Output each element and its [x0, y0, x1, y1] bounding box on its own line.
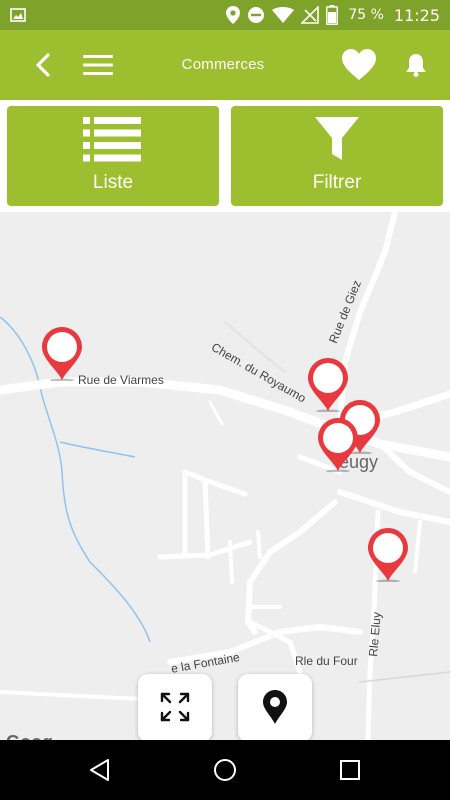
status-clock: 11:25: [393, 5, 440, 25]
fullscreen-button[interactable]: [138, 674, 212, 740]
status-bar: 75 % 11:25: [0, 0, 450, 30]
bell-icon[interactable]: [404, 52, 428, 78]
nav-recents-icon[interactable]: [338, 758, 362, 782]
map-marker[interactable]: [368, 528, 408, 582]
image-icon: [10, 8, 26, 22]
page-title: Commerces: [181, 56, 265, 73]
list-button[interactable]: Liste: [7, 106, 219, 206]
street-label: Rle du Four: [295, 654, 358, 668]
nav-back-icon[interactable]: [88, 758, 112, 782]
hamburger-menu-icon[interactable]: [83, 54, 113, 76]
battery-percent: 75 %: [348, 7, 384, 23]
filter-icon: [315, 117, 359, 160]
google-logo: Goog: [6, 732, 53, 740]
system-navigation-bar: [0, 740, 450, 800]
list-icon: [83, 117, 141, 162]
heart-icon[interactable]: [342, 49, 376, 81]
expand-icon: [160, 692, 190, 722]
list-button-label: Liste: [92, 172, 134, 193]
location-icon: [226, 6, 241, 24]
filter-button[interactable]: Filtrer: [231, 106, 443, 206]
map-marker[interactable]: [42, 327, 82, 381]
nav-home-icon[interactable]: [213, 758, 237, 782]
street-label: Rue de Viarmes: [78, 373, 164, 387]
app-bar: Commerces: [0, 30, 450, 100]
map-view[interactable]: Rue de Viarmes Chem. du Royaumo Rue de G…: [0, 212, 450, 740]
map-marker[interactable]: [318, 418, 358, 472]
battery-icon: [326, 5, 339, 25]
action-row: Liste Filtrer: [0, 100, 450, 212]
location-pin-icon: [263, 690, 287, 724]
my-location-button[interactable]: [238, 674, 312, 740]
back-arrow-icon[interactable]: [30, 52, 56, 78]
do-not-disturb-icon: [248, 7, 265, 23]
wifi-icon: [272, 7, 295, 23]
filter-button-label: Filtrer: [312, 172, 362, 193]
no-signal-icon: [301, 6, 320, 24]
